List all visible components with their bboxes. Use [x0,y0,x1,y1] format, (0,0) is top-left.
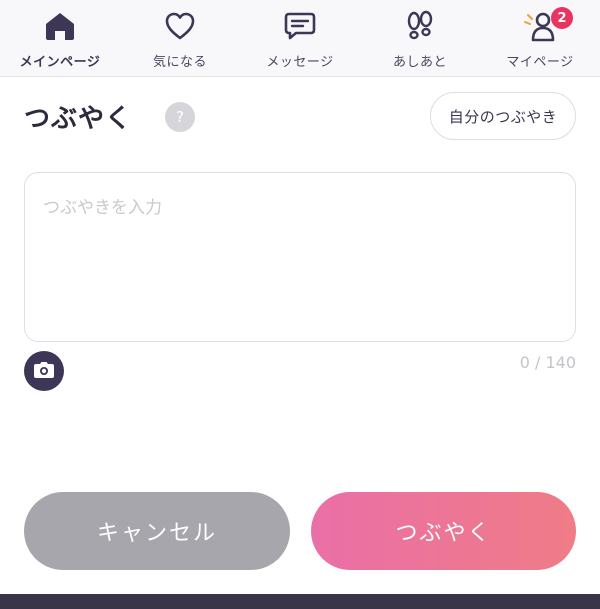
character-counter: 0 / 140 [519,353,576,372]
cancel-button[interactable]: キャンセル [24,492,290,570]
bottom-bar [0,594,600,609]
heart-icon [163,10,197,42]
nav-item-interested[interactable]: 気になる [120,0,240,76]
notification-badge: 2 [551,7,573,29]
message-icon [283,10,317,42]
post-input[interactable] [25,173,575,341]
nav-label-main-page: メインページ [19,55,101,70]
nav-item-main-page[interactable]: メインページ [0,0,120,76]
nav-item-my-page[interactable]: 2 マイページ [480,0,600,76]
home-icon [43,10,77,42]
post-button[interactable]: つぶやく [311,492,576,570]
nav-item-footprints[interactable]: あしあと [360,0,480,76]
nav-label-my-page: マイページ [506,55,574,70]
nav-label-interested: 気になる [152,55,207,70]
nav-item-messages[interactable]: メッセージ [240,0,360,76]
camera-button[interactable] [24,351,64,391]
my-posts-button[interactable]: 自分のつぶやき [430,92,576,140]
page-title: つぶやく [24,104,133,134]
compose-header: つぶやく ? 自分のつぶやき [0,92,600,140]
help-icon[interactable]: ? [165,102,195,132]
top-nav-bar: メインページ 気になる メッセージ あしあと 2 マイページ [0,0,600,77]
nav-label-messages: メッセージ [266,55,334,70]
nav-label-footprints: あしあと [392,55,447,70]
camera-icon [34,361,54,381]
post-input-container [24,172,576,342]
footprints-icon [403,10,437,42]
